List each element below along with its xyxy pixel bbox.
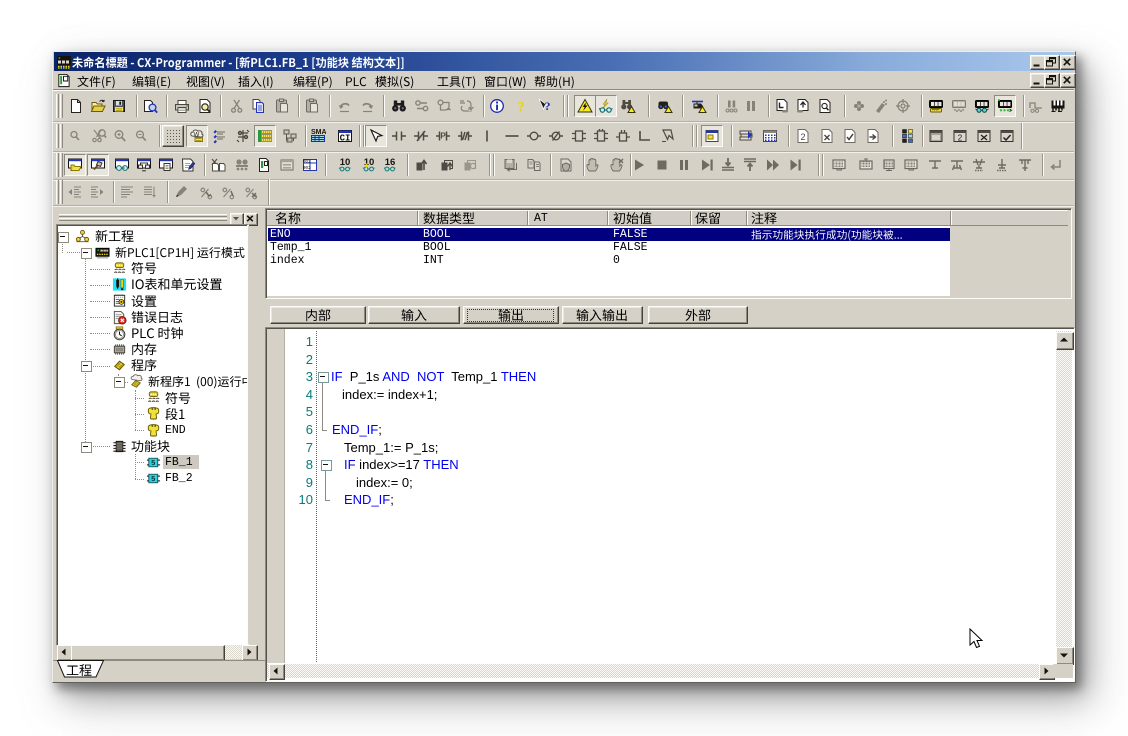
svg-text:CI: CI [340,134,351,144]
svg-text:SMA: SMA [311,129,326,136]
svg-text:B: B [468,108,472,114]
svg-text:5: 5 [151,476,156,484]
svg-text:?: ? [545,99,551,113]
svg-text:?: ? [517,100,525,115]
svg-text:10: 10 [364,157,375,168]
svg-text:2: 2 [800,132,805,142]
svg-text:5: 5 [151,460,156,468]
svg-text:002: 002 [303,165,311,171]
svg-text:001: 001 [303,159,311,165]
svg-text:10: 10 [340,157,351,168]
svg-text:P: P [440,132,446,141]
svg-text:2: 2 [958,134,963,143]
svg-text:16: 16 [385,157,396,168]
